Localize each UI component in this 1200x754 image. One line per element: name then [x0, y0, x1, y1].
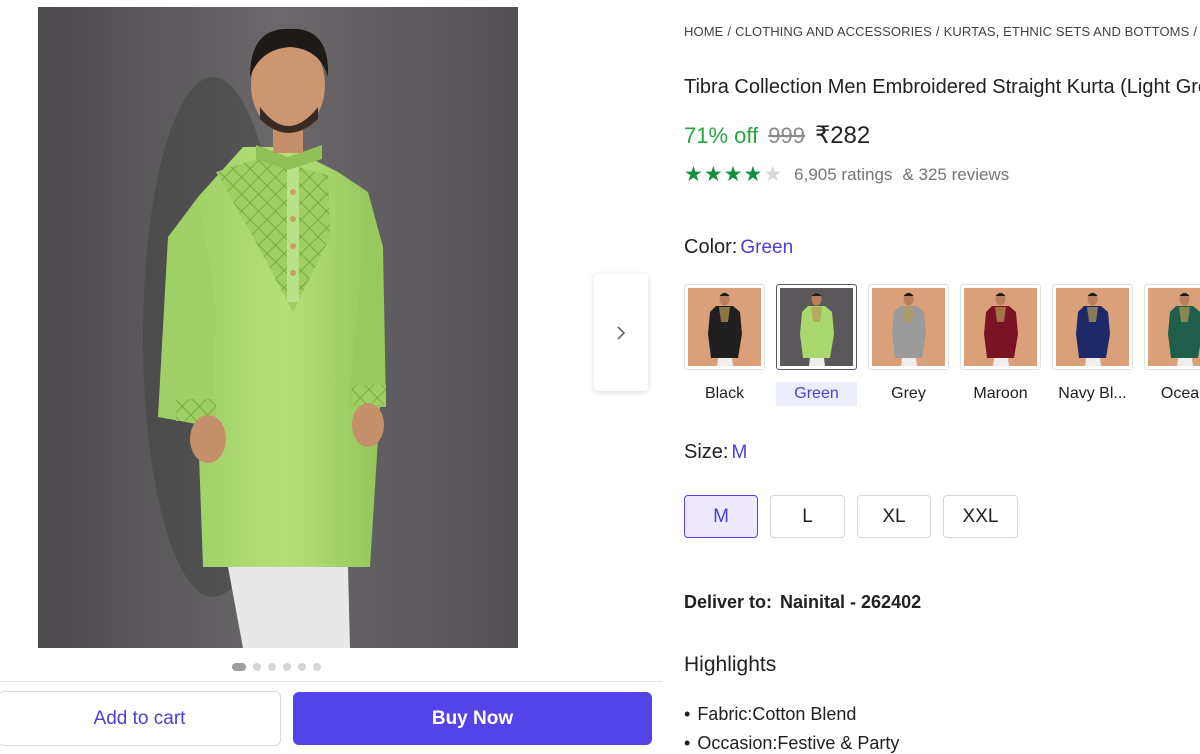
color-swatches: Black Green Grey Maroon Navy Bl... Ocean — [684, 284, 1200, 406]
selling-price: ₹282 — [814, 122, 871, 149]
divider — [0, 681, 662, 682]
size-option-button[interactable]: L — [770, 495, 845, 538]
color-swatch[interactable]: Grey — [868, 284, 949, 406]
chevron-right-icon — [617, 325, 626, 340]
add-to-cart-button[interactable]: Add to cart — [0, 691, 281, 746]
pagination-dot[interactable] — [313, 663, 321, 671]
highlights-list: Fabric:Cotton BlendOccasion:Festive & Pa… — [684, 700, 899, 754]
delivery-location[interactable]: Deliver to: Nainital - 262402 — [684, 592, 921, 613]
rating-row: ★ ★ ★ ★ ★ 6,905 ratings & 325 reviews — [684, 163, 1009, 187]
model-photo-illustration — [38, 7, 518, 648]
highlight-item: Fabric:Cotton Blend — [684, 700, 899, 729]
breadcrumb: HOME / CLOTHING AND ACCESSORIES / KURTAS, ET… — [684, 24, 1198, 39]
kurta-thumbnail-icon — [872, 288, 945, 366]
buy-now-button[interactable]: Buy Now — [293, 692, 652, 745]
reviews-count[interactable]: & 325 reviews — [902, 165, 1009, 185]
color-swatch-label: Grey — [891, 385, 926, 402]
discount-percent: 71% off — [684, 123, 759, 148]
color-swatch-label: Maroon — [973, 385, 1028, 402]
size-label-text: Size: — [684, 441, 729, 463]
color-swatch-label: Green — [776, 382, 857, 406]
kurta-thumbnail-icon — [1056, 288, 1129, 366]
color-label-text: Color: — [684, 236, 738, 258]
pagination-dot[interactable] — [283, 663, 291, 671]
pagination-dot[interactable] — [298, 663, 306, 671]
product-main-image[interactable] — [38, 7, 518, 648]
image-pagination-dots — [232, 663, 321, 671]
color-swatch-label: Black — [704, 385, 745, 402]
color-swatch-thumbnail — [684, 284, 765, 370]
kurta-thumbnail-icon — [780, 288, 853, 366]
product-details: HOME / CLOTHING AND ACCESSORIES / KURTAS, ET… — [684, 0, 1200, 754]
selected-color-value: Green — [740, 237, 794, 258]
size-selector-label: Size: M — [684, 441, 747, 464]
color-swatch-thumbnail — [960, 284, 1041, 370]
color-swatch-thumbnail — [776, 284, 857, 370]
star-filled-icon: ★ — [703, 163, 723, 186]
deliver-to-label: Deliver to: — [684, 592, 773, 612]
next-image-button[interactable] — [594, 274, 648, 391]
star-empty-icon: ★ — [763, 163, 783, 186]
size-option-button[interactable]: XXL — [943, 495, 1018, 538]
kurta-thumbnail-icon — [964, 288, 1037, 366]
size-option-button[interactable]: XL — [857, 495, 931, 538]
kurta-thumbnail-icon — [1148, 288, 1200, 366]
original-price: 999 — [768, 123, 805, 148]
star-filled-icon: ★ — [723, 163, 743, 186]
size-options: M L XL XXL — [684, 495, 1018, 538]
product-title: Tibra Collection Men Embroidered Straigh… — [684, 76, 1200, 98]
color-swatch[interactable]: Ocean — [1144, 284, 1200, 406]
size-option-button[interactable]: M — [684, 495, 758, 538]
color-swatch[interactable]: Black — [684, 284, 765, 406]
price-row: 71% off 999 ₹282 — [684, 121, 870, 150]
color-swatch-thumbnail — [1052, 284, 1133, 370]
color-swatch[interactable]: Navy Bl... — [1052, 284, 1133, 406]
pagination-dot[interactable] — [253, 663, 261, 671]
star-rating: ★ ★ ★ ★ ★ — [684, 163, 782, 187]
pagination-dot[interactable] — [268, 663, 276, 671]
highlights-heading: Highlights — [684, 653, 777, 676]
breadcrumb-home[interactable]: HOME — [684, 24, 723, 39]
color-selector-label: Color: Green — [684, 236, 793, 259]
star-filled-icon: ★ — [684, 163, 703, 186]
pagination-dot[interactable] — [232, 663, 246, 671]
ratings-count[interactable]: 6,905 ratings — [794, 165, 892, 185]
product-gallery: Add to cart Buy Now — [0, 0, 662, 754]
breadcrumb-clothing[interactable]: CLOTHING AND ACCESSORIES — [735, 24, 932, 39]
color-swatch-thumbnail — [1144, 284, 1200, 370]
color-swatch-label: Ocean — [1160, 385, 1200, 402]
highlight-item: Occasion:Festive & Party — [684, 729, 899, 754]
color-swatch[interactable]: Green — [776, 284, 857, 406]
kurta-thumbnail-icon — [688, 288, 761, 366]
color-swatch[interactable]: Maroon — [960, 284, 1041, 406]
selected-size-value: M — [731, 442, 748, 463]
color-swatch-thumbnail — [868, 284, 949, 370]
delivery-pincode[interactable]: Nainital - 262402 — [780, 592, 921, 612]
star-filled-icon: ★ — [743, 163, 763, 186]
color-swatch-label: Navy Bl... — [1058, 385, 1127, 402]
breadcrumb-kurtas[interactable]: KURTAS, ETHNIC SETS AND BOTTOMS — [944, 24, 1190, 39]
